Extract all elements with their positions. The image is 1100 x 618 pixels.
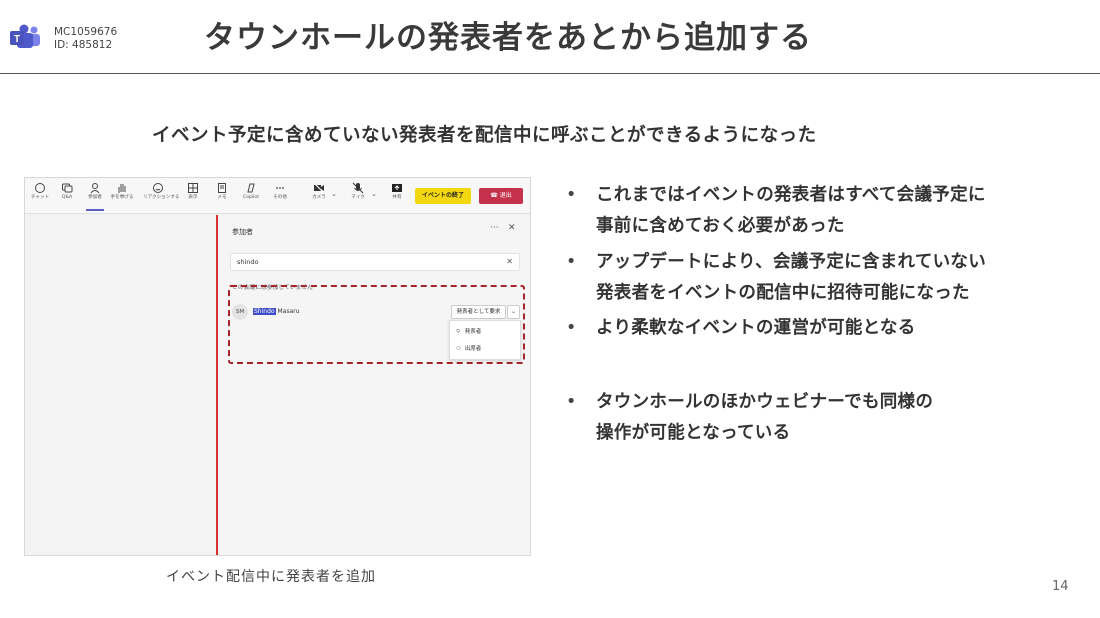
toolbar-mic[interactable]: マイク: [343, 182, 373, 201]
participant-name: Shindo Masaru: [253, 308, 299, 315]
bullet-line: タウンホールのほかウェビナーでも同様の: [596, 392, 934, 412]
search-value: shindo: [237, 258, 259, 266]
bullet-dot: •: [566, 318, 577, 338]
copilot-icon: [247, 183, 255, 193]
toolbar-view[interactable]: 表示: [178, 182, 208, 201]
camera-chevron-icon[interactable]: ⌄: [331, 190, 337, 198]
teams-screenshot: チャット Q&A 参加者 手を挙げる リアクションする 表示 メモ Copilo…: [24, 177, 531, 556]
svg-text:T: T: [14, 34, 20, 45]
panel-title: 参加者: [232, 228, 253, 236]
mic-chevron-icon[interactable]: ⌄: [371, 190, 377, 198]
presenter-icon: ⚲: [456, 329, 461, 335]
meeting-stage: [25, 215, 218, 555]
toolbar-label: 手を挙げる: [110, 195, 134, 200]
bullet-dot: •: [566, 185, 577, 205]
toolbar-more[interactable]: その他: [265, 182, 295, 201]
mic-icon: [352, 182, 364, 194]
more-options-icon[interactable]: ···: [490, 223, 499, 233]
toolbar-label: メモ: [217, 195, 227, 200]
toolbar-notes[interactable]: メモ: [207, 182, 237, 201]
request-as-presenter-button[interactable]: 発表者として要求: [451, 305, 506, 319]
leave-label: 退出: [499, 192, 512, 199]
toolbar-participants[interactable]: 参加者: [80, 182, 110, 211]
toolbar-copilot[interactable]: Copilot: [236, 182, 266, 201]
notes-icon: [218, 183, 226, 193]
name-highlight: Shindo: [253, 308, 276, 315]
bullet-item: • これまではイベントの発表者はすべて会議予定に 事前に含めておく必要があった: [566, 180, 1086, 242]
toolbar-chat[interactable]: チャット: [25, 182, 55, 201]
id-number: ID: 485812: [54, 39, 113, 51]
toolbar-label: カメラ: [312, 195, 326, 200]
participant-search-input[interactable]: shindo ✕: [230, 253, 520, 271]
qa-icon: [62, 183, 73, 193]
role-menu: ⚲ 発表者 ⚇ 出席者: [449, 320, 521, 360]
raise-hand-icon: [118, 184, 126, 193]
people-icon: [90, 183, 100, 194]
participants-panel: 参加者 ··· ✕ shindo ✕ この会議には参加していません: [220, 215, 530, 555]
clear-search-icon[interactable]: ✕: [506, 254, 513, 270]
menu-item-label: 出席者: [464, 346, 482, 352]
toolbar-label: 参加者: [88, 195, 102, 200]
camera-icon: [313, 182, 325, 194]
toolbar-label: 共有: [392, 195, 402, 200]
bullet-line: 発表者をイベントの配信中に招待可能になった: [596, 283, 970, 303]
attendee-icon: ⚇: [456, 346, 461, 352]
bullet-line: より柔軟なイベントの運営が可能となる: [596, 318, 916, 338]
phone-icon: ☎: [490, 192, 498, 199]
toolbar-label: Copilot: [242, 195, 260, 200]
reaction-icon: [153, 183, 163, 193]
end-event-button[interactable]: イベントの終了: [415, 188, 471, 204]
toolbar-label: リアクションする: [143, 195, 180, 200]
toolbar-camera[interactable]: カメラ: [304, 182, 334, 201]
mc-number: MC1059676: [54, 26, 118, 38]
avatar: SM: [232, 304, 248, 320]
message-center-id: MC1059676 ID: 485812: [54, 26, 117, 52]
page-number: 14: [1052, 579, 1069, 594]
bullet-line: 操作が可能となっている: [596, 423, 791, 443]
toolbar-label: その他: [273, 195, 287, 200]
bullet-dot: •: [566, 252, 577, 272]
toolbar-label: 表示: [188, 195, 198, 200]
toolbar-qa[interactable]: Q&A: [52, 182, 82, 201]
bullet-item: • より柔軟なイベントの運営が可能となる: [566, 313, 1086, 344]
toolbar-react[interactable]: リアクションする: [143, 182, 180, 201]
toolbar-raise-hand[interactable]: 手を挙げる: [107, 182, 137, 201]
toolbar-label: チャット: [30, 195, 50, 200]
leave-button[interactable]: ☎ 退出: [479, 188, 523, 204]
screenshot-caption: イベント配信中に発表者を追加: [166, 569, 376, 585]
slide-header: T MC1059676 ID: 485812 タウンホールの発表者をあとから追加…: [0, 0, 1100, 74]
bullet-line: アップデートにより、会議予定に含まれていない: [596, 252, 987, 272]
menu-item-label: 発表者: [464, 329, 482, 335]
view-icon: [188, 183, 198, 193]
name-rest: Masaru: [275, 308, 300, 315]
share-icon: [392, 184, 402, 192]
request-dropdown-chevron-icon[interactable]: ⌄: [507, 305, 520, 319]
toolbar-label: Q&A: [61, 195, 73, 200]
meeting-toolbar: チャット Q&A 参加者 手を挙げる リアクションする 表示 メモ Copilo…: [25, 178, 530, 214]
toolbar-label: マイク: [351, 195, 365, 200]
chat-icon: [35, 183, 45, 193]
menu-item-attendee[interactable]: ⚇ 出席者: [456, 344, 481, 352]
teams-logo-icon: T: [10, 24, 40, 48]
slide-subtitle: イベント予定に含めていない発表者を配信中に呼ぶことができるようになった: [152, 125, 817, 146]
bullet-item: • アップデートにより、会議予定に含まれていない 発表者をイベントの配信中に招待…: [566, 247, 1086, 309]
more-icon: [276, 187, 284, 189]
menu-item-presenter[interactable]: ⚲ 発表者: [456, 327, 481, 335]
toolbar-share[interactable]: 共有: [382, 182, 412, 201]
close-icon[interactable]: ✕: [508, 223, 516, 233]
bullet-line: これまではイベントの発表者はすべて会議予定に: [596, 185, 986, 205]
bullet-item: • タウンホールのほかウェビナーでも同様の 操作が可能となっている: [566, 387, 1086, 449]
bullet-dot: •: [566, 392, 577, 412]
slide-title: タウンホールの発表者をあとから追加する: [204, 20, 812, 56]
bullet-line: 事前に含めておく必要があった: [596, 216, 845, 236]
